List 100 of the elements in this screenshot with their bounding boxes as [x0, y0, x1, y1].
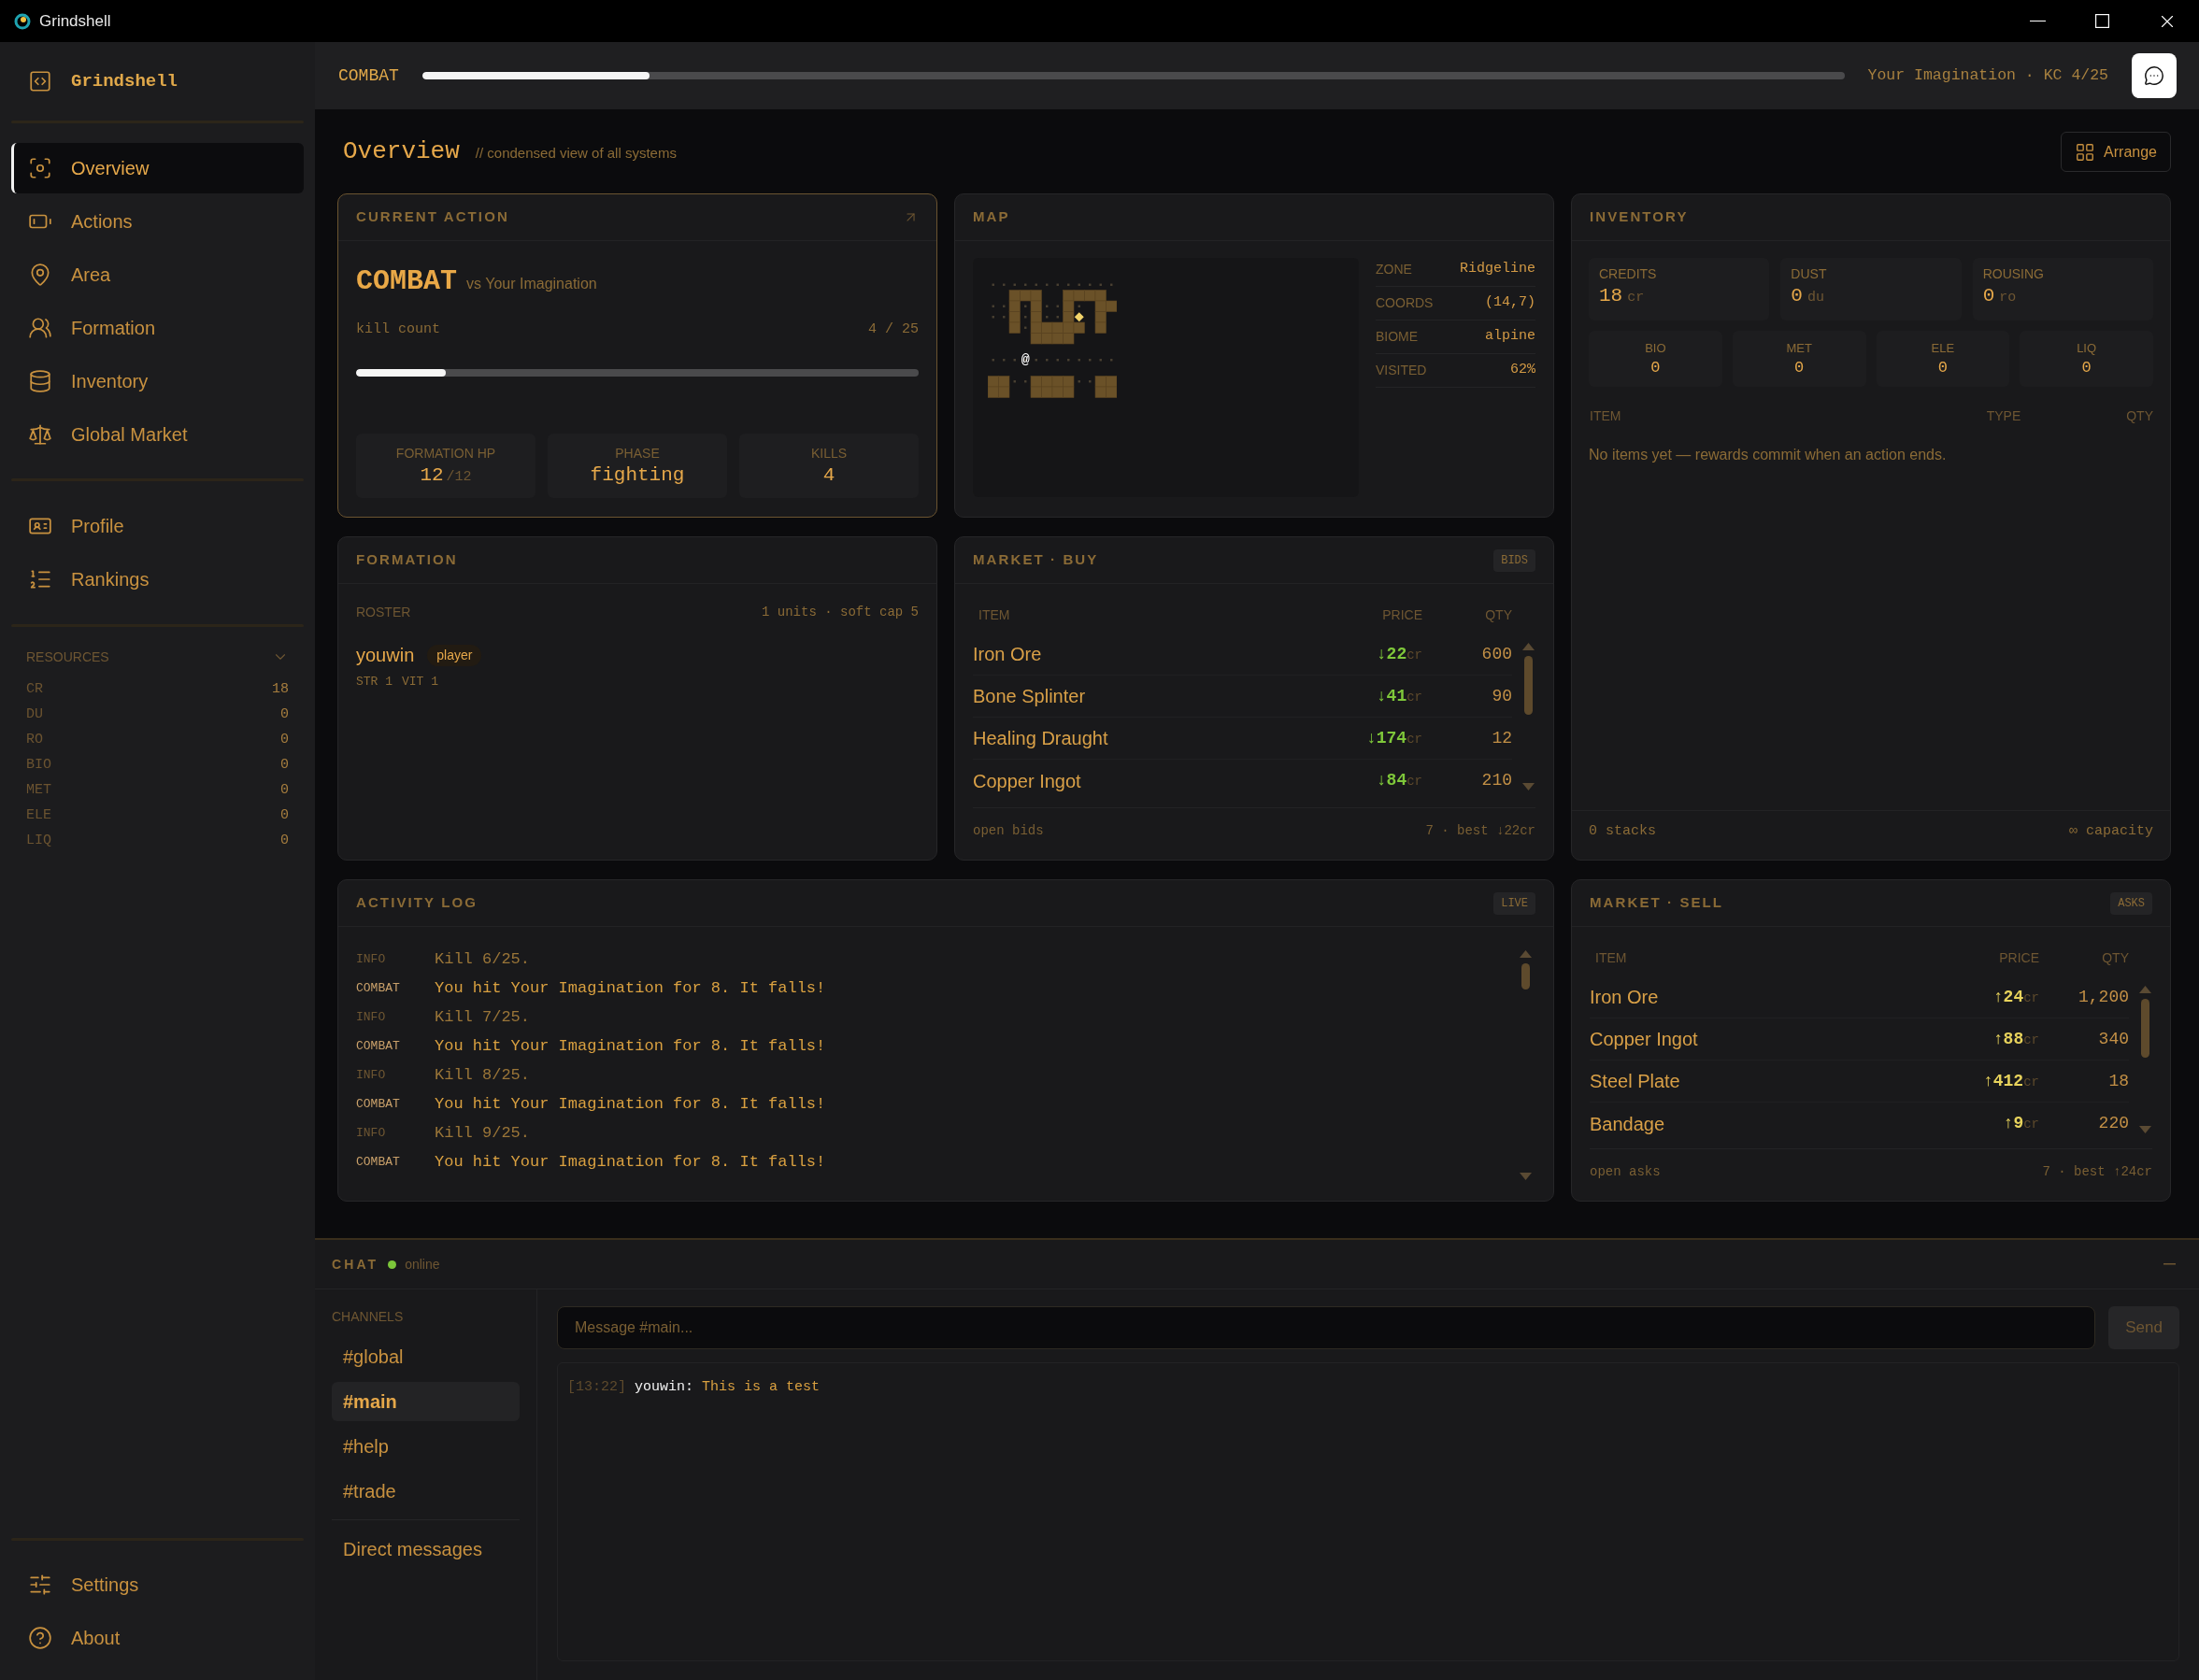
price-unit: cr — [2023, 989, 2039, 1007]
nav-item[interactable]: Settings — [11, 1559, 304, 1610]
scroll-down-icon[interactable] — [1522, 783, 1535, 790]
map-info-value: (14,7) — [1485, 293, 1535, 313]
sliders-icon — [28, 1573, 52, 1597]
column-header: QTY — [2125, 406, 2153, 425]
item-name: Iron Ore — [973, 643, 1043, 666]
nav-item[interactable]: Rankings — [11, 554, 304, 605]
nav-item[interactable]: Inventory — [11, 356, 304, 406]
resource-code: BIO — [26, 756, 51, 776]
chat-bubble-icon — [2144, 65, 2164, 86]
nav-item[interactable]: Overview — [11, 143, 304, 193]
member-stat: STR 1 — [356, 674, 393, 691]
footer-text: open asks — [1590, 1163, 1661, 1181]
element-value: 0 — [1650, 357, 1661, 378]
database-icon — [28, 369, 52, 393]
nav-item[interactable]: Area — [11, 249, 304, 300]
stat-label: PHASE — [615, 444, 660, 463]
scrollbar-thumb[interactable] — [1524, 656, 1533, 715]
action-name: COMBAT — [356, 264, 458, 299]
log-message: You hit Your Imagination for 8. It falls! — [435, 1093, 826, 1115]
section-title: RESOURCES — [26, 648, 109, 666]
minimize-icon — [2030, 20, 2046, 22]
nav-item[interactable]: Formation — [11, 303, 304, 353]
quantity-value: 340 — [2097, 1028, 2129, 1050]
message-input[interactable]: Message #main... — [557, 1306, 2095, 1349]
card-title: ACTIVITY LOG — [356, 893, 478, 913]
message-author: youwin: — [635, 1377, 694, 1397]
scroll-down-icon[interactable] — [2139, 1126, 2151, 1133]
element-label: BIO — [1645, 339, 1666, 357]
nav-item[interactable]: About — [11, 1613, 304, 1663]
log-level: COMBAT — [356, 1037, 401, 1055]
stat-label: FORMATION HP — [395, 444, 496, 463]
nav-item[interactable]: Actions — [11, 196, 304, 247]
scan-focus-icon — [28, 156, 52, 180]
scroll-up-icon[interactable] — [2139, 986, 2151, 993]
resource-value: 0 — [280, 832, 289, 851]
price-value: ↑412 — [1982, 1070, 2024, 1092]
currency-value: 0 — [1982, 284, 1995, 308]
price-unit: cr — [2023, 1073, 2039, 1091]
chat-toggle-button[interactable] — [2132, 53, 2177, 98]
progress-value: 4 / 25 — [868, 320, 919, 339]
map-viewport[interactable]: @ — [973, 258, 1359, 497]
channel-item[interactable]: #help — [332, 1427, 520, 1466]
stat-label: KILLS — [810, 444, 848, 463]
card-title: INVENTORY — [1590, 207, 1689, 227]
users-icon — [28, 316, 52, 340]
resource-code: MET — [26, 781, 51, 801]
log-level: COMBAT — [356, 1095, 401, 1113]
currency-unit: cr — [1627, 289, 1645, 307]
resource-code: DU — [26, 705, 43, 725]
scroll-up-icon[interactable] — [1522, 643, 1535, 650]
scroll-up-icon[interactable] — [1520, 950, 1532, 958]
roster-summary: 1 units · soft cap 5 — [761, 603, 919, 621]
map-info-label: COORDS — [1376, 294, 1434, 312]
direct-messages-link[interactable]: Direct messages — [332, 1530, 520, 1569]
scrollbar-thumb[interactable] — [2141, 999, 2149, 1058]
column-header: PRICE — [1381, 605, 1422, 624]
footer-text: 7 · best ↓22cr — [1425, 822, 1535, 840]
log-message: Kill 8/25. — [435, 1064, 531, 1086]
price-value: ↓22 — [1376, 643, 1407, 665]
stat-value: 4 — [822, 463, 835, 488]
column-header: PRICE — [1998, 948, 2039, 967]
message-time: [13:22] — [567, 1377, 626, 1397]
log-message: Kill 7/25. — [435, 1006, 531, 1028]
currency-unit: du — [1806, 289, 1824, 307]
numbered-list-icon — [28, 567, 52, 591]
price-unit: cr — [1407, 730, 1422, 748]
price-value: ↓41 — [1376, 685, 1407, 707]
scroll-down-icon[interactable] — [1520, 1173, 1532, 1180]
scrollbar-thumb[interactable] — [1521, 963, 1530, 989]
item-name: Healing Draught — [973, 727, 1109, 750]
brand-name: Grindshell — [71, 69, 178, 93]
app-logo-icon — [14, 12, 31, 30]
nav-item[interactable]: Profile — [11, 501, 304, 551]
channel-item[interactable]: #main — [332, 1382, 520, 1421]
item-name: Bone Splinter — [973, 685, 1087, 708]
stat-max: /12 — [446, 467, 472, 487]
item-name: Steel Plate — [1590, 1070, 1681, 1093]
log-level: COMBAT — [356, 979, 401, 997]
action-target: vs Your Imagination — [466, 275, 597, 293]
nav-item[interactable]: Global Market — [11, 409, 304, 460]
currency-value: 0 — [1791, 284, 1803, 308]
arrange-button[interactable]: Arrange — [2061, 132, 2171, 172]
help-icon — [28, 1626, 52, 1650]
map-info-value: Ridgeline — [1460, 260, 1535, 279]
empty-message: No items yet — rewards commit when an action ends. — [1589, 446, 1948, 464]
log-level: INFO — [356, 1008, 387, 1026]
item-name: Copper Ingot — [973, 769, 1082, 793]
price-unit: cr — [1407, 773, 1422, 790]
element-label: LIQ — [2077, 339, 2097, 357]
currency-label: CREDITS — [1599, 265, 1658, 283]
channel-item[interactable]: #global — [332, 1337, 520, 1376]
footer-text: ∞ capacity — [2069, 821, 2153, 841]
price-value: ↑9 — [2003, 1113, 2024, 1134]
channel-item[interactable]: #trade — [332, 1472, 520, 1511]
member-name[interactable]: youwin — [356, 641, 415, 669]
quantity-value: 1,200 — [2078, 986, 2129, 1008]
log-message: You hit Your Imagination for 8. It falls! — [435, 1151, 826, 1173]
member-stat: VIT 1 — [402, 674, 439, 691]
